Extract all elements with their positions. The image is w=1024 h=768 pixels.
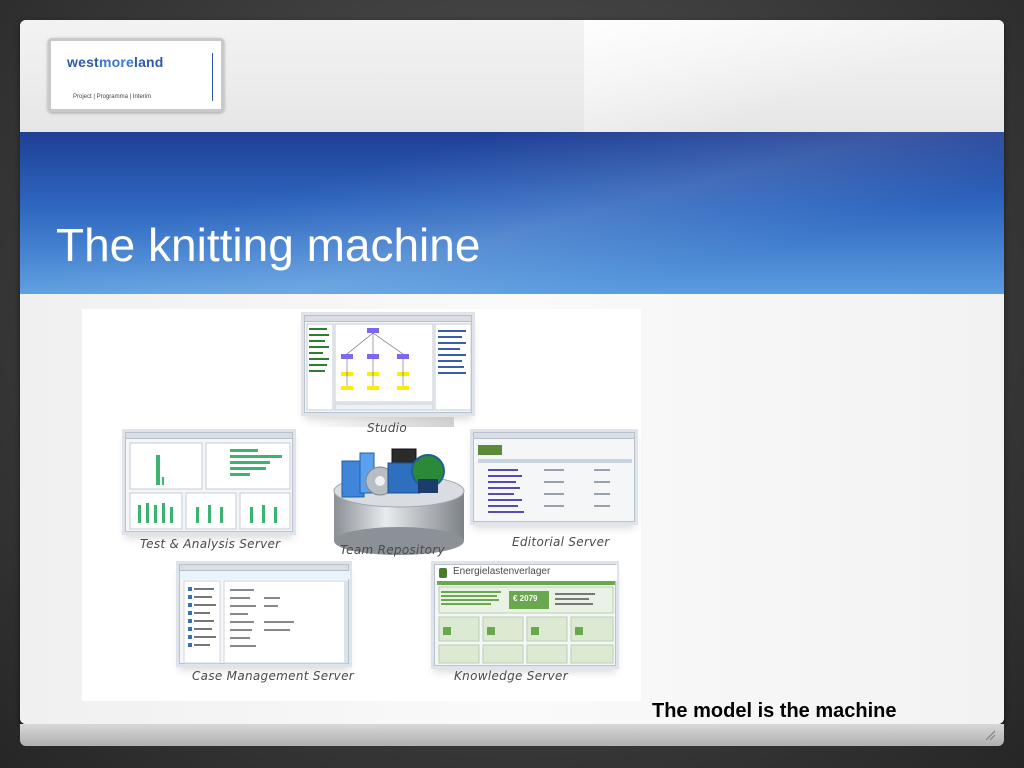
slide: westmoreland Project | Programma | Inter… (20, 20, 1004, 724)
studio-caption: Studio (367, 421, 408, 435)
logo-wordmark: westmoreland (67, 54, 164, 70)
architecture-diagram: Studio Test & Analysis Server Team Repos… (82, 309, 641, 701)
title-band: The knitting machine (20, 132, 1004, 294)
knowledge-panels (437, 581, 615, 664)
knowledge-amount: € 2079 (513, 594, 538, 603)
case-management-form (180, 571, 350, 664)
team-repository-graphic (333, 448, 465, 555)
editorial-screenshot (473, 432, 635, 522)
test-analysis-screenshot (125, 432, 293, 532)
resize-grip-icon (985, 730, 996, 741)
logo-divider (212, 53, 213, 101)
company-logo: westmoreland Project | Programma | Inter… (48, 38, 224, 112)
logo-tagline: Project | Programma | Interim (73, 94, 152, 100)
case-management-caption: Case Management Server (192, 669, 354, 683)
slide-title: The knitting machine (56, 219, 481, 271)
studio-model-graphic (306, 323, 472, 411)
slide-subtitle: The model is the machine (652, 700, 897, 722)
case-management-screenshot (179, 564, 350, 664)
test-analysis-caption: Test & Analysis Server (140, 537, 281, 551)
editorial-table (478, 445, 632, 513)
slide-header: westmoreland Project | Programma | Inter… (20, 20, 1004, 132)
knowledge-screenshot: Energielastenverlager € 2079 (434, 564, 617, 666)
studio-screenshot (304, 315, 472, 413)
team-repository-caption: Team Repository (340, 543, 445, 557)
knowledge-caption: Knowledge Server (454, 669, 568, 683)
test-analysis-charts (129, 442, 291, 530)
slide-footer (20, 724, 1004, 746)
slide-content: Studio Test & Analysis Server Team Repos… (20, 294, 1004, 724)
editorial-caption: Editorial Server (512, 535, 610, 549)
